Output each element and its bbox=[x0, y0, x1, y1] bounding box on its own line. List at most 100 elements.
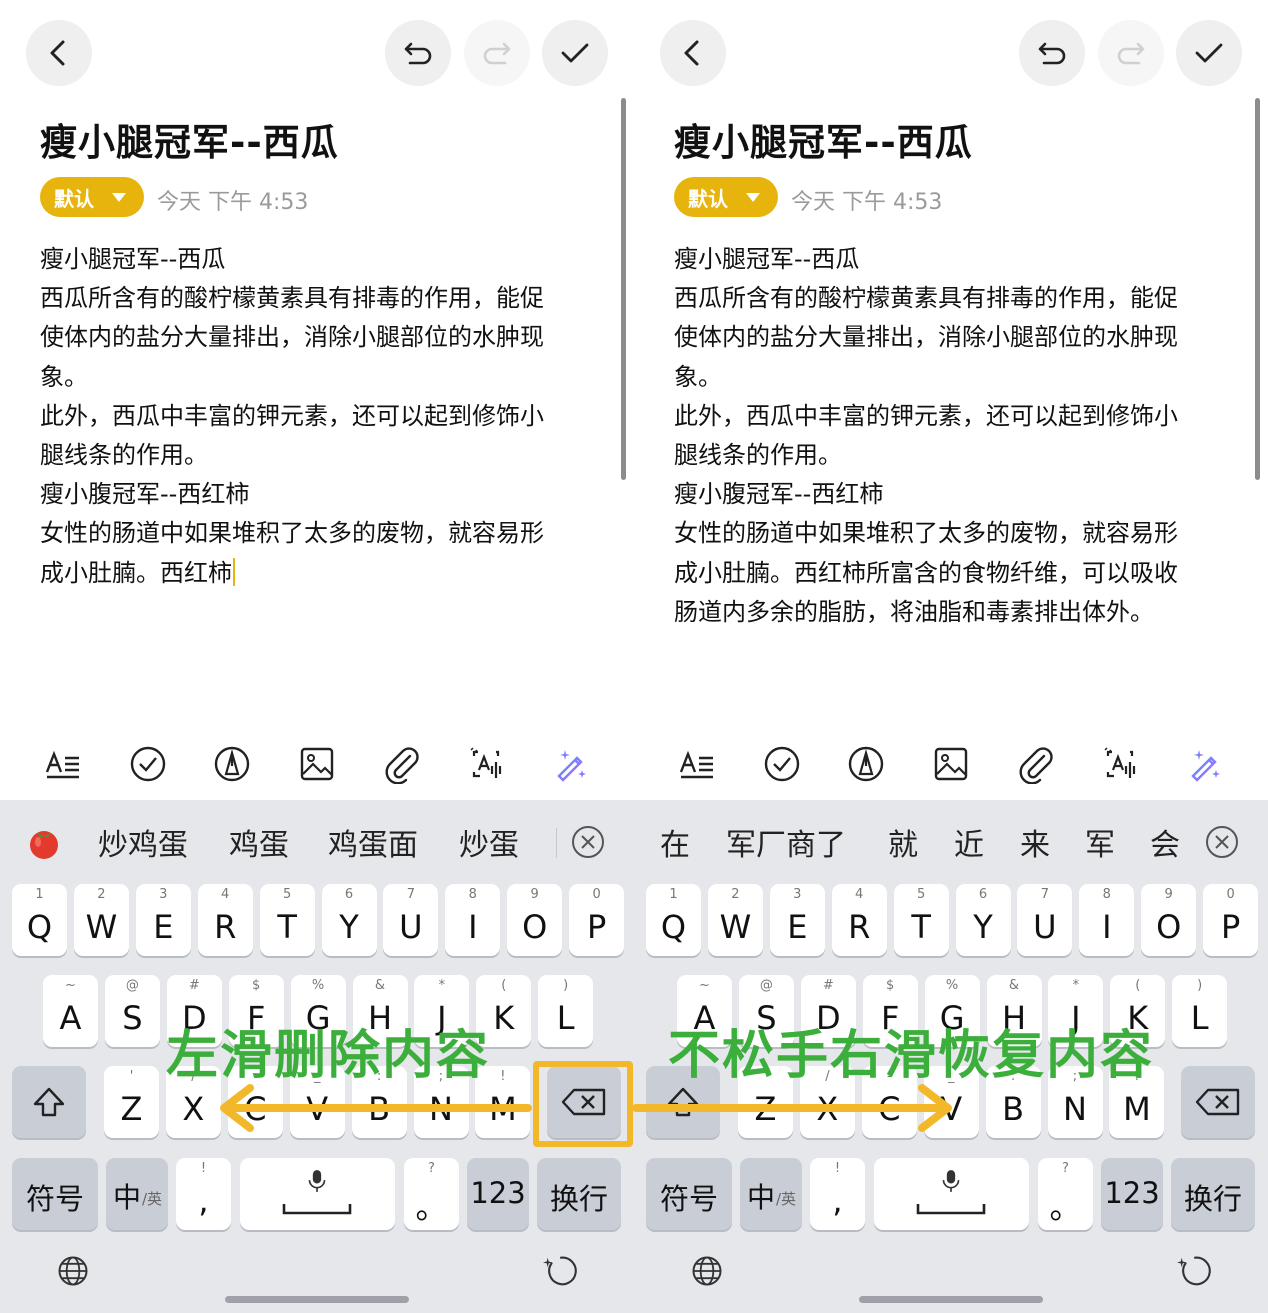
candidate-word[interactable]: 炒蛋 bbox=[459, 820, 519, 864]
text-format-button[interactable] bbox=[674, 741, 720, 787]
key-e[interactable]: 3E bbox=[769, 884, 825, 956]
key-i[interactable]: 8I bbox=[1079, 884, 1135, 956]
attachment-button[interactable] bbox=[379, 741, 425, 787]
attachment-button[interactable] bbox=[1013, 741, 1059, 787]
note-body[interactable]: 瘦小腿冠军--西瓜 西瓜所含有的酸柠檬黄素具有排毒的作用，能促 使体内的盐分大量… bbox=[40, 240, 600, 593]
text-format-button[interactable] bbox=[40, 741, 86, 787]
candidate-word[interactable]: 鸡蛋面 bbox=[328, 820, 418, 864]
key-o[interactable]: 9O bbox=[1141, 884, 1197, 956]
voice-text-button[interactable] bbox=[463, 741, 509, 787]
done-button[interactable] bbox=[1176, 20, 1242, 86]
key-label: Z bbox=[120, 1090, 143, 1128]
enter-key[interactable]: 换行 bbox=[537, 1158, 621, 1230]
close-candidates-icon[interactable] bbox=[1204, 824, 1240, 860]
back-button[interactable] bbox=[660, 20, 726, 86]
key-l[interactable]: ) L bbox=[538, 975, 594, 1047]
voice-text-button[interactable] bbox=[1097, 741, 1143, 787]
key-q[interactable]: 1Q bbox=[646, 884, 701, 956]
done-button[interactable] bbox=[542, 20, 608, 86]
enter-key[interactable]: 换行 bbox=[1171, 1158, 1255, 1230]
scrollbar[interactable] bbox=[621, 98, 626, 480]
space-key[interactable] bbox=[240, 1158, 395, 1230]
key-p[interactable]: 0P bbox=[1203, 884, 1259, 956]
redo-button[interactable] bbox=[464, 20, 530, 86]
key-p[interactable]: 0P bbox=[569, 884, 625, 956]
check-icon bbox=[561, 43, 589, 63]
category-dropdown[interactable]: 默认 bbox=[674, 177, 778, 217]
key-t[interactable]: 5T bbox=[259, 884, 315, 956]
scrollbar[interactable] bbox=[1255, 98, 1260, 480]
backspace-key[interactable] bbox=[1181, 1066, 1255, 1138]
note-body[interactable]: 瘦小腿冠军--西瓜 西瓜所含有的酸柠檬黄素具有排毒的作用，能促 使体内的盐分大量… bbox=[674, 240, 1234, 632]
tomato-icon[interactable] bbox=[24, 822, 64, 862]
globe-icon[interactable] bbox=[689, 1253, 725, 1289]
symbols-key[interactable]: 符号 bbox=[646, 1158, 732, 1230]
comma-key[interactable]: !, bbox=[810, 1158, 865, 1230]
rotate-icon[interactable] bbox=[1176, 1252, 1214, 1290]
back-button[interactable] bbox=[26, 20, 92, 86]
candidate-word[interactable]: 会 bbox=[1150, 820, 1180, 864]
key-o[interactable]: 9O bbox=[507, 884, 563, 956]
space-key[interactable] bbox=[874, 1158, 1029, 1230]
candidate-word[interactable]: 军 bbox=[1085, 820, 1115, 864]
candidate-word[interactable]: 就 bbox=[888, 820, 918, 864]
candidate-word[interactable]: 鸡蛋 bbox=[229, 820, 289, 864]
period-key[interactable]: ?。 bbox=[404, 1158, 459, 1230]
rotate-icon[interactable] bbox=[542, 1252, 580, 1290]
key-w[interactable]: 2W bbox=[73, 884, 129, 956]
candidate-divider bbox=[556, 828, 557, 858]
undo-button[interactable] bbox=[385, 20, 451, 86]
key-l[interactable]: ) L bbox=[1172, 975, 1228, 1047]
globe-icon[interactable] bbox=[55, 1253, 91, 1289]
key-r[interactable]: 4R bbox=[197, 884, 253, 956]
redo-button[interactable] bbox=[1098, 20, 1164, 86]
candidate-word[interactable]: 军厂商了 bbox=[726, 820, 846, 864]
image-button[interactable] bbox=[928, 741, 974, 787]
period-key[interactable]: ?。 bbox=[1038, 1158, 1093, 1230]
checklist-button[interactable] bbox=[125, 741, 171, 787]
key-z[interactable]: 'Z bbox=[104, 1066, 159, 1138]
numbers-key[interactable]: 123 bbox=[467, 1158, 529, 1230]
candidate-word[interactable]: 来 bbox=[1020, 820, 1050, 864]
key-s[interactable]: @ S bbox=[104, 975, 160, 1047]
checklist-button[interactable] bbox=[759, 741, 805, 787]
undo-button[interactable] bbox=[1019, 20, 1085, 86]
candidate-word[interactable]: 炒鸡蛋 bbox=[98, 820, 188, 864]
key-i[interactable]: 8I bbox=[445, 884, 501, 956]
key-a[interactable]: ~ A bbox=[43, 975, 98, 1047]
ai-magic-button[interactable] bbox=[1182, 741, 1228, 787]
numbers-key[interactable]: 123 bbox=[1101, 1158, 1163, 1230]
pen-button[interactable] bbox=[843, 741, 889, 787]
lang-sub-label: /英 bbox=[142, 1190, 163, 1208]
key-u[interactable]: 7U bbox=[1017, 884, 1073, 956]
key-y[interactable]: 6Y bbox=[955, 884, 1011, 956]
symbols-key[interactable]: 符号 bbox=[12, 1158, 98, 1230]
editor-toolbar bbox=[20, 738, 614, 790]
key-e[interactable]: 3E bbox=[135, 884, 191, 956]
key-t[interactable]: 5T bbox=[893, 884, 949, 956]
key-secondary-label: ) bbox=[1197, 978, 1203, 993]
comma-key[interactable]: !, bbox=[176, 1158, 231, 1230]
note-title[interactable]: 瘦小腿冠军--西瓜 bbox=[674, 112, 973, 166]
key-w[interactable]: 2W bbox=[707, 884, 763, 956]
key-y[interactable]: 6Y bbox=[321, 884, 377, 956]
key-r[interactable]: 4R bbox=[831, 884, 887, 956]
language-switch-key[interactable]: 中/英 bbox=[740, 1158, 802, 1230]
home-indicator[interactable] bbox=[225, 1296, 409, 1303]
shift-key[interactable] bbox=[12, 1066, 86, 1138]
key-secondary-label: # bbox=[188, 978, 200, 993]
candidate-word[interactable]: 近 bbox=[954, 820, 984, 864]
pen-button[interactable] bbox=[209, 741, 255, 787]
close-candidates-icon[interactable] bbox=[570, 824, 606, 860]
key-secondary-label: ? bbox=[1062, 1161, 1069, 1176]
key-label: U bbox=[399, 908, 423, 946]
home-indicator[interactable] bbox=[859, 1296, 1043, 1303]
candidate-word[interactable]: 在 bbox=[660, 820, 690, 864]
category-dropdown[interactable]: 默认 bbox=[40, 177, 144, 217]
key-u[interactable]: 7U bbox=[383, 884, 439, 956]
key-q[interactable]: 1Q bbox=[12, 884, 67, 956]
image-button[interactable] bbox=[294, 741, 340, 787]
note-title[interactable]: 瘦小腿冠军--西瓜 bbox=[40, 112, 339, 166]
language-switch-key[interactable]: 中/英 bbox=[106, 1158, 168, 1230]
ai-magic-button[interactable] bbox=[548, 741, 594, 787]
